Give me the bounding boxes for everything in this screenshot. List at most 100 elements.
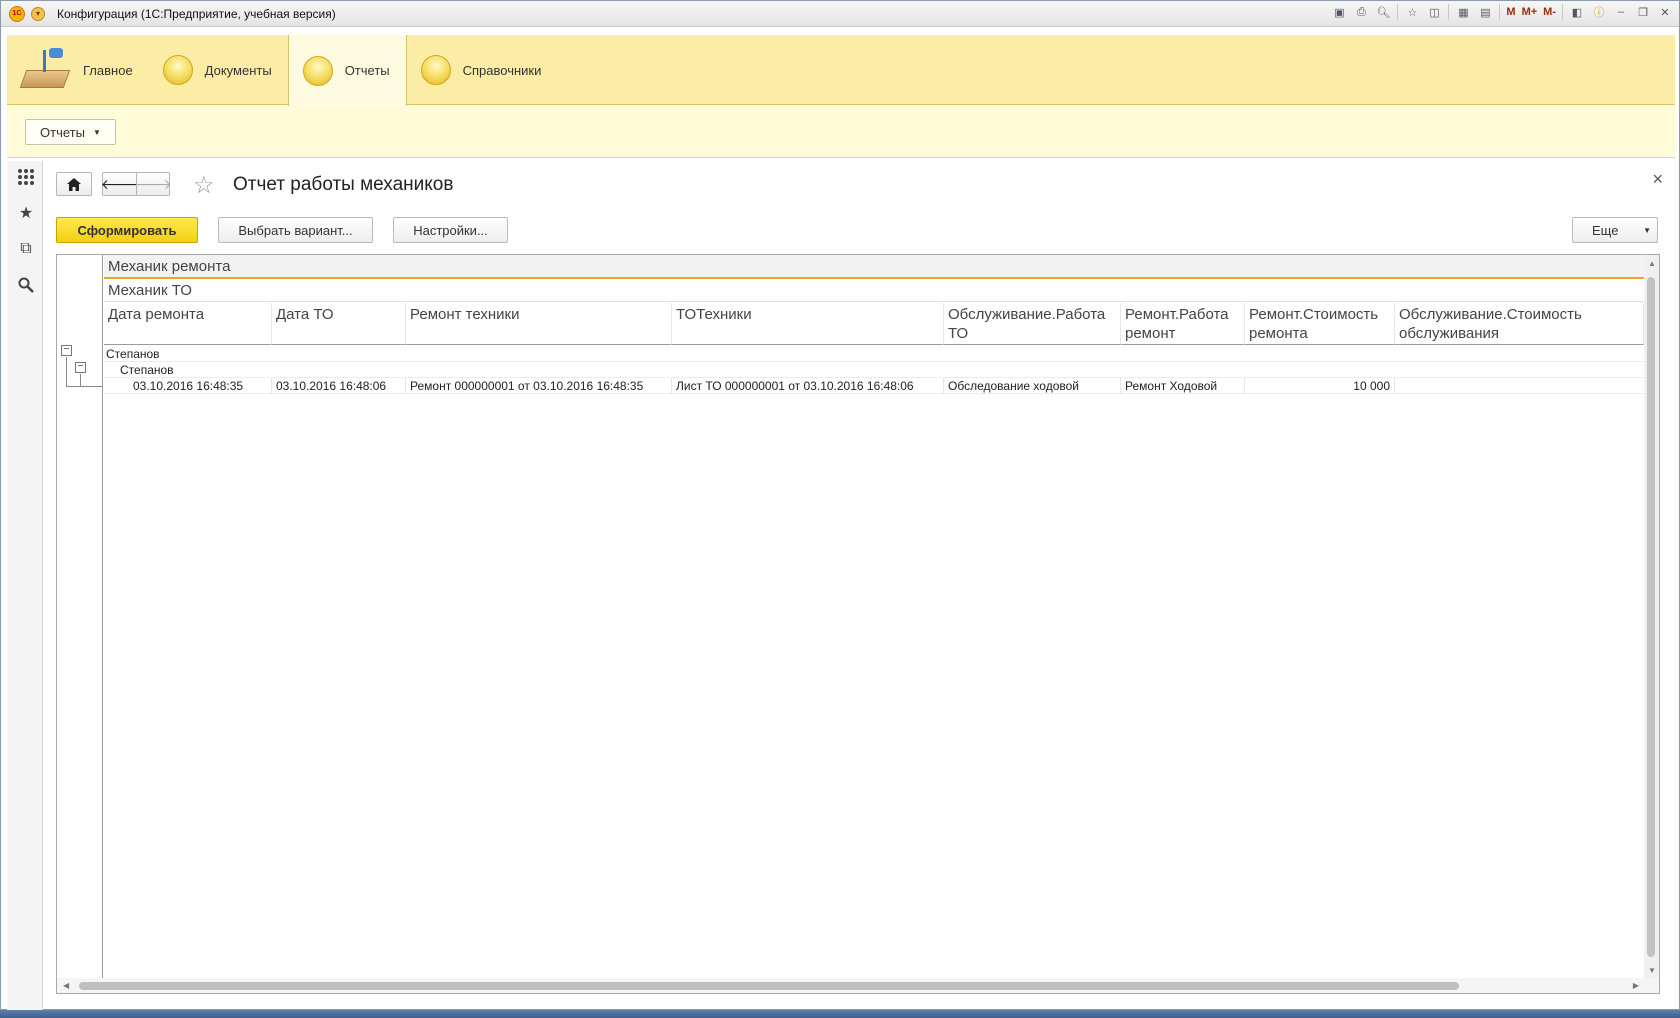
tree-line	[80, 374, 81, 387]
cell-repair-doc: Ремонт 000000001 от 03.10.2016 16:48:35	[406, 378, 672, 394]
title-toolbar: ▣ ⎙ 🔍︎ ☆ ◫ ▦ ▤ M M+ M- ◧ ⓘ – ❐ ✕	[1331, 4, 1673, 20]
main-menu-icon[interactable]: ▾	[31, 6, 45, 21]
calculator-icon[interactable]: ▦	[1455, 4, 1471, 20]
reports-menu-label: Отчеты	[40, 124, 85, 140]
generate-button[interactable]: Сформировать	[56, 217, 198, 243]
group1-header: Механик ремонта	[104, 255, 1644, 279]
column-header: Обслуживание.Стоимость обслуживания	[1395, 303, 1644, 345]
report-spreadsheet[interactable]: − − Механик ремонта Механик ТО Дата ремо…	[56, 254, 1660, 994]
chevron-down-icon: ▼	[92, 127, 101, 137]
horizontal-scrollbar[interactable]: ◀ ▶	[57, 978, 1659, 993]
column-header: Дата ТО	[272, 303, 406, 345]
cell-service-cost	[1395, 378, 1644, 394]
group2-row[interactable]: Степанов	[104, 362, 1644, 378]
search-icon[interactable]	[16, 275, 36, 295]
memory-m-minus-button[interactable]: M-	[1543, 6, 1556, 18]
table-row[interactable]: 03.10.2016 16:48:35 03.10.2016 16:48:06 …	[104, 378, 1644, 394]
settings-button[interactable]: Настройки...	[393, 217, 508, 243]
memory-m-plus-button[interactable]: M+	[1522, 6, 1538, 18]
history-pages-icon[interactable]: ⧉	[16, 239, 36, 259]
chevron-down-icon: ▼	[1643, 225, 1651, 235]
horizontal-scroll-thumb[interactable]	[79, 982, 1459, 990]
scroll-down-icon[interactable]: ▼	[1648, 966, 1656, 975]
vertical-scroll-thumb[interactable]	[1647, 277, 1655, 957]
yellow-circle-icon	[162, 55, 193, 85]
title-bar: 1С ▾ Конфигурация (1С:Предприятие, учебн…	[1, 1, 1679, 27]
column-header: Ремонт техники	[406, 303, 672, 345]
separator	[1448, 4, 1450, 20]
yellow-circle-icon	[302, 55, 333, 86]
separator	[1499, 4, 1501, 20]
minimize-icon[interactable]: –	[1613, 4, 1629, 20]
cell-repair-cost: 10 000	[1245, 378, 1395, 394]
add-favorite-icon[interactable]: ☆	[1404, 4, 1420, 20]
calendar-icon[interactable]: ▤	[1477, 4, 1493, 20]
section-main[interactable]: Главное	[7, 35, 149, 105]
favorite-star-icon[interactable]: ☆	[193, 171, 215, 200]
separator	[1562, 4, 1563, 20]
memory-m-button[interactable]: M	[1506, 6, 1515, 18]
group2-header: Механик ТО	[104, 281, 1644, 302]
group2-value: Степанов	[120, 363, 174, 377]
restore-icon[interactable]: ❐	[1635, 4, 1651, 20]
section-reports[interactable]: Отчеты	[287, 35, 407, 106]
cell-to-doc: Лист ТО 000000001 от 03.10.2016 16:48:06	[672, 378, 944, 394]
1c-logo-icon[interactable]: 1С	[9, 5, 25, 22]
section-main-label: Главное	[83, 62, 133, 78]
section-reports-label: Отчеты	[344, 63, 390, 78]
info-icon[interactable]: ⓘ	[1591, 4, 1607, 20]
section-catalogs-label: Справочники	[462, 62, 542, 78]
page-title: Отчет работы механиков	[233, 174, 454, 195]
all-functions-grid-icon[interactable]	[16, 167, 36, 187]
close-form-icon[interactable]: ×	[1652, 169, 1663, 190]
print-icon[interactable]: ⎙	[1353, 4, 1369, 20]
scroll-right-icon[interactable]: ▶	[1633, 981, 1639, 990]
report-sheet: Механик ремонта Механик ТО Дата ремонта …	[104, 255, 1644, 979]
arrow-right-icon: 🡒	[134, 175, 172, 192]
sections-panel: Главное Документы Отчеты Справочники	[7, 35, 1675, 106]
vertical-scrollbar[interactable]: ▲ ▼	[1644, 255, 1659, 979]
column-header: ТОТехники	[672, 303, 944, 345]
collapse-group-2-icon[interactable]: −	[75, 362, 86, 373]
preview-icon[interactable]: 🔍︎	[1375, 4, 1391, 20]
yellow-circle-icon	[420, 55, 451, 85]
section-documents-label: Документы	[204, 62, 272, 78]
report-form: 🡐 🡒 ☆ Отчет работы механиков × Сформиров…	[43, 159, 1675, 1009]
forward-button[interactable]: 🡒	[134, 172, 172, 196]
select-variant-button[interactable]: Выбрать вариант...	[218, 217, 373, 243]
group1-value: Степанов	[106, 347, 160, 361]
column-header: Ремонт.Стоимость ремонта	[1245, 303, 1395, 345]
collapse-group-1-icon[interactable]: −	[61, 345, 72, 356]
column-header: Обслуживание.Работа ТО	[944, 303, 1121, 345]
home-icon	[67, 177, 81, 191]
cell-repair-date: 03.10.2016 16:48:35	[104, 378, 272, 394]
cell-repair-work: Ремонт Ходовой	[1121, 378, 1245, 394]
scroll-up-icon[interactable]: ▲	[1648, 259, 1656, 268]
tree-line	[66, 357, 67, 387]
favorites-star-icon[interactable]: ★	[16, 203, 36, 223]
cell-service-work: Обследование ходовой	[944, 378, 1121, 394]
left-toolbar: ★ ⧉	[7, 161, 43, 1011]
section-catalogs[interactable]: Справочники	[407, 35, 558, 105]
os-taskbar	[0, 1010, 1680, 1018]
app-window: 1С ▾ Конфигурация (1С:Предприятие, учебн…	[0, 0, 1680, 1011]
cell-to-date: 03.10.2016 16:48:06	[272, 378, 406, 394]
history-icon[interactable]: ◫	[1426, 4, 1442, 20]
home-button[interactable]	[56, 172, 92, 196]
scroll-left-icon[interactable]: ◀	[63, 981, 69, 990]
close-window-icon[interactable]: ✕	[1657, 4, 1673, 20]
more-button-label: Еще	[1592, 222, 1619, 238]
back-button[interactable]: 🡐	[100, 172, 139, 196]
reports-menu-button[interactable]: Отчеты ▼	[25, 119, 116, 145]
group1-row[interactable]: Степанов	[104, 346, 1644, 362]
separator	[1397, 4, 1399, 20]
panels-icon[interactable]: ◧	[1569, 4, 1585, 20]
column-header: Ремонт.Работа ремонт	[1121, 303, 1245, 345]
window-title: Конфигурация (1С:Предприятие, учебная ве…	[57, 6, 336, 21]
column-header: Дата ремонта	[104, 303, 272, 345]
arrow-left-icon: 🡐	[100, 175, 139, 192]
save-icon[interactable]: ▣	[1331, 4, 1347, 20]
grouping-gutter: − −	[57, 255, 103, 979]
more-button[interactable]: Еще ▼	[1572, 217, 1658, 243]
section-documents[interactable]: Документы	[149, 35, 288, 105]
